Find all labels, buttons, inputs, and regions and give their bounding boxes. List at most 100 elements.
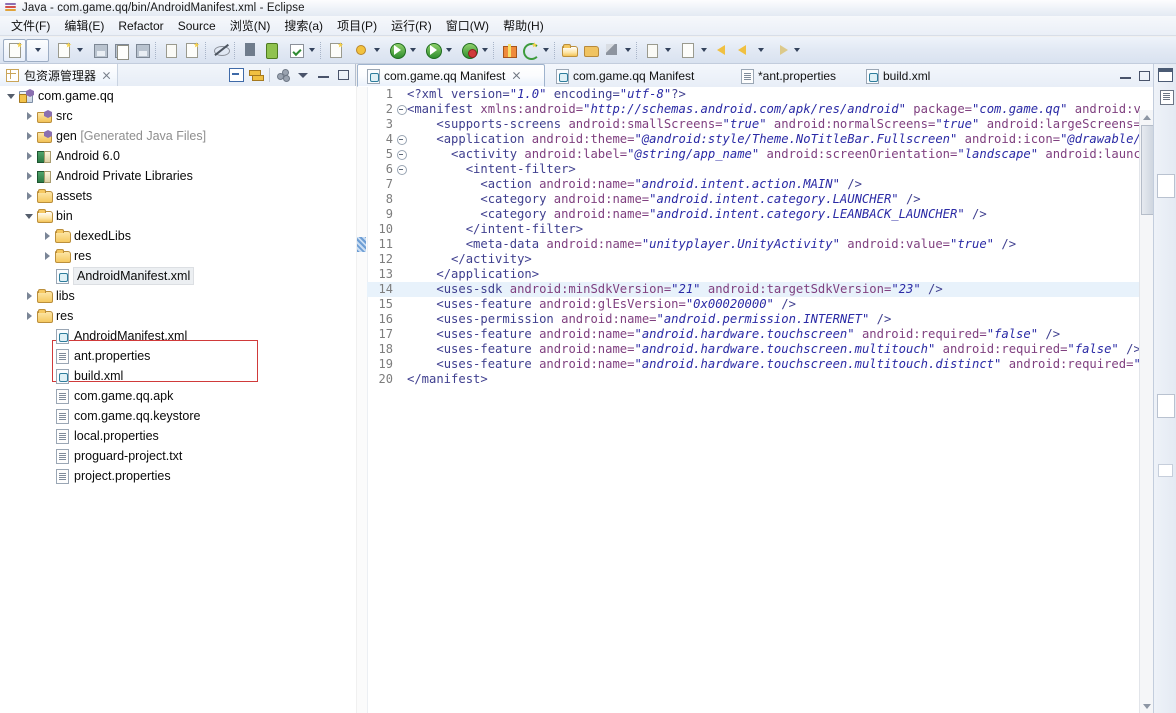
tree-item[interactable]: src	[0, 106, 356, 126]
previous-edit-dropdown[interactable]	[698, 40, 709, 61]
fast-view-placeholder-3[interactable]	[1158, 464, 1173, 477]
save-all-button[interactable]	[110, 40, 131, 61]
new-wizard-dropdown[interactable]	[26, 38, 49, 62]
previous-edit-button[interactable]	[677, 40, 698, 61]
print-button[interactable]	[131, 40, 152, 61]
tree-item[interactable]: assets	[0, 186, 356, 206]
editor-tab[interactable]: build.xml	[857, 64, 967, 87]
run-button[interactable]	[386, 40, 407, 61]
next-dropdown[interactable]	[791, 40, 802, 61]
minimize-panel-button[interactable]	[313, 65, 333, 85]
code-text[interactable]: 1 <?xml version="1.0" encoding="utf-8"?> 2…	[367, 87, 1140, 713]
run-last-tool-button[interactable]	[422, 40, 443, 61]
fold-toggle-icon[interactable]	[395, 102, 407, 117]
open-resource-button[interactable]	[580, 40, 601, 61]
search-dropdown[interactable]	[622, 40, 633, 61]
menu-help[interactable]: 帮助(H)	[496, 16, 551, 35]
android-sdk-manager-button[interactable]	[498, 40, 519, 61]
menu-refactor[interactable]: Refactor	[111, 18, 170, 34]
tree-twisty-closed-icon[interactable]	[22, 126, 36, 146]
tree-twisty-closed-icon[interactable]	[22, 186, 36, 206]
editor-tab[interactable]: com.game.qq Manifest	[357, 64, 545, 87]
java-browsing-button[interactable]	[181, 40, 202, 61]
run-last-tool-dropdown[interactable]	[443, 40, 454, 61]
project-tree[interactable]: com.game.qq src gen [Generated Java Files]…	[0, 86, 356, 713]
new-java-project-dropdown[interactable]	[74, 40, 85, 61]
fast-view-placeholder-2[interactable]	[1157, 394, 1175, 418]
external-tools-dropdown[interactable]	[479, 40, 490, 61]
run-validation-button[interactable]	[285, 40, 306, 61]
tree-twisty-closed-icon[interactable]	[40, 226, 54, 246]
tree-item[interactable]: com.game.qq.keystore	[0, 406, 356, 426]
tree-item[interactable]: ant.properties	[0, 346, 356, 366]
tree-twisty-closed-icon[interactable]	[22, 286, 36, 306]
tree-twisty-closed-icon[interactable]	[40, 246, 54, 266]
toggle-mark-occurrences-button[interactable]	[210, 40, 231, 61]
tree-item[interactable]: proguard-project.txt	[0, 446, 356, 466]
new-wizard-button[interactable]	[3, 38, 26, 62]
editor-vertical-scrollbar[interactable]	[1139, 110, 1154, 713]
next-annotation-button[interactable]	[641, 40, 662, 61]
forward-button[interactable]	[734, 40, 755, 61]
new-java-project-button[interactable]	[53, 40, 74, 61]
next-button[interactable]	[770, 40, 791, 61]
view-menu-dots-button[interactable]	[273, 65, 293, 85]
maximize-panel-button[interactable]	[333, 65, 353, 85]
menu-file[interactable]: 文件(F)	[4, 16, 57, 35]
view-menu-button[interactable]	[293, 65, 313, 85]
menu-window[interactable]: 窗口(W)	[439, 16, 496, 35]
back-button[interactable]	[713, 40, 734, 61]
tree-item[interactable]: local.properties	[0, 426, 356, 446]
open-type-button[interactable]	[559, 40, 580, 61]
menu-navigate[interactable]: 浏览(N)	[223, 16, 278, 35]
tree-item[interactable]: AndroidManifest.xml	[0, 266, 356, 286]
link-with-editor-button[interactable]	[246, 65, 266, 85]
tab-package-explorer[interactable]: 包资源管理器	[0, 64, 119, 86]
next-annotation-dropdown[interactable]	[662, 40, 673, 61]
menu-run[interactable]: 运行(R)	[384, 16, 439, 35]
scroll-down-arrow-icon[interactable]	[1140, 699, 1154, 713]
close-icon[interactable]	[102, 71, 111, 80]
code-editor[interactable]: 1 <?xml version="1.0" encoding="utf-8"?> 2…	[357, 87, 1154, 713]
menu-project[interactable]: 项目(P)	[330, 16, 384, 35]
export-button[interactable]	[239, 40, 260, 61]
tree-item[interactable]: Android Private Libraries	[0, 166, 356, 186]
tree-item[interactable]: build.xml	[0, 366, 356, 386]
tree-item[interactable]: libs	[0, 286, 356, 306]
tree-item[interactable]: dexedLibs	[0, 226, 356, 246]
scroll-up-arrow-icon[interactable]	[1140, 110, 1154, 124]
outline-view-button[interactable]	[1158, 88, 1176, 106]
tree-twisty-closed-icon[interactable]	[22, 106, 36, 126]
tree-twisty-closed-icon[interactable]	[22, 166, 36, 186]
forward-dropdown[interactable]	[755, 40, 766, 61]
editor-minimize-icon[interactable]	[1120, 71, 1131, 81]
android-device-button[interactable]	[260, 40, 281, 61]
new-xml-button[interactable]	[160, 40, 181, 61]
fold-toggle-icon[interactable]	[395, 132, 407, 147]
editor-maximize-icon[interactable]	[1139, 70, 1150, 81]
editor-tab[interactable]: *ant.properties	[732, 64, 854, 87]
tree-twisty-closed-icon[interactable]	[22, 306, 36, 326]
restore-view-button[interactable]	[1156, 66, 1174, 84]
tree-item[interactable]: bin	[0, 206, 356, 226]
run-dropdown[interactable]	[407, 40, 418, 61]
tree-item[interactable]: gen [Generated Java Files]	[0, 126, 356, 146]
tree-item[interactable]: project.properties	[0, 466, 356, 486]
tree-item[interactable]: res	[0, 306, 356, 326]
android-dropdown[interactable]	[540, 40, 551, 61]
editor-tab[interactable]: com.game.qq Manifest	[547, 64, 727, 87]
tree-twisty-open-icon[interactable]	[4, 86, 18, 106]
debug-button[interactable]	[350, 40, 371, 61]
android-avd-manager-button[interactable]	[519, 40, 540, 61]
save-button[interactable]	[89, 40, 110, 61]
search-button[interactable]	[601, 40, 622, 61]
external-tools-button[interactable]	[458, 40, 479, 61]
run-validation-dropdown[interactable]	[306, 40, 317, 61]
fold-toggle-icon[interactable]	[395, 147, 407, 162]
fast-view-placeholder-1[interactable]	[1157, 174, 1175, 198]
menu-search[interactable]: 搜索(a)	[277, 16, 330, 35]
close-icon[interactable]	[512, 71, 521, 80]
fold-toggle-icon[interactable]	[395, 162, 407, 177]
menu-source[interactable]: Source	[171, 18, 223, 34]
debug-dropdown[interactable]	[371, 40, 382, 61]
